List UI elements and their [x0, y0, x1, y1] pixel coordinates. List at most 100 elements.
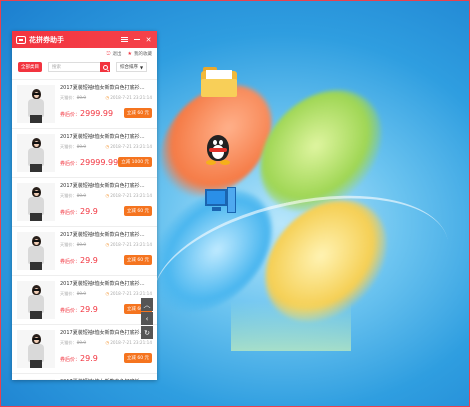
menu-button[interactable]: [120, 35, 129, 44]
coupon-button[interactable]: 立减 60 元: [123, 206, 152, 216]
product-meta: 天猫价：89.9 ◷2018-7-21 23:21:14: [60, 144, 152, 150]
product-title[interactable]: 2017夏装短袖t恤女新款白色打底衫…: [60, 133, 152, 140]
clock-icon: ◷: [105, 291, 110, 296]
product-thumbnail[interactable]: [17, 330, 55, 368]
product-time: 2018-7-21 23:21:14: [110, 291, 152, 296]
orig-price-label: 天猫价：: [60, 95, 77, 100]
product-thumbnail[interactable]: [17, 281, 55, 319]
coupon-price-label: 券后价：: [60, 111, 81, 118]
price-row: 券后价：29.9 立减 60 元: [60, 352, 152, 364]
favorites-link[interactable]: ★ 我的收藏: [128, 51, 152, 57]
coupon-button[interactable]: 立减 60 元: [123, 108, 152, 118]
coupon-button[interactable]: 立减 60 元: [123, 255, 152, 265]
refresh-icon: ↻: [144, 328, 150, 337]
product-meta: 天猫价：89.9 ◷2018-7-21 23:21:14: [60, 242, 152, 248]
close-icon: ✕: [145, 35, 152, 44]
coupon-price-label: 券后价：: [60, 307, 81, 314]
coupon-price: 29.9: [80, 255, 98, 265]
exit-link[interactable]: ⎋ 退出: [107, 51, 122, 57]
product-thumbnail[interactable]: [17, 232, 55, 270]
product-time: 2018-7-21 23:21:14: [110, 340, 152, 345]
search-row: 全部类目 搜索 综合排序 ▼: [12, 59, 157, 75]
product-meta: 天猫价：89.9 ◷2018-7-21 23:21:14: [60, 291, 152, 297]
refresh-button[interactable]: ↻: [141, 326, 153, 339]
product-title[interactable]: 2017夏装短袖t恤女新款白色打底衫…: [60, 329, 152, 336]
product-title[interactable]: 2017夏装短袖t恤女新款白色打底衫…: [60, 182, 152, 189]
sub-toolbar: ⎋ 退出 ★ 我的收藏: [12, 48, 157, 59]
clock-icon: ◷: [105, 193, 110, 198]
orig-price-label: 天猫价：: [60, 291, 77, 296]
search-input[interactable]: 搜索: [48, 62, 100, 72]
product-meta: 天猫价：89.9 ◷2018-7-21 23:21:14: [60, 340, 152, 346]
minimize-icon: [133, 39, 140, 40]
coupon-price-label: 券后价：: [60, 209, 81, 216]
price-row: 券后价：2999.99 立减 60 元: [60, 107, 152, 119]
orig-price: 89.9: [76, 144, 87, 149]
wallpaper-grass: [231, 301, 351, 351]
sort-select[interactable]: 综合排序 ▼: [116, 62, 148, 72]
product-meta: 天猫价：89.9 ◷2018-7-21 23:21:14: [60, 193, 152, 199]
product-thumbnail[interactable]: [17, 379, 55, 380]
price-row: 券后价：29999.99 立减 1000 元: [60, 156, 153, 168]
list-item[interactable]: 2017夏装短袖t恤女新款白色打底衫…天猫价：89.9◷2018-7-21 23…: [12, 226, 157, 275]
list-item[interactable]: 2017夏装短袖t恤女新款白色打底衫…天猫价：89.9◷2018-7-21 23…: [12, 373, 157, 380]
list-item[interactable]: 2017夏装短袖t恤女新款白色打底衫… 天猫价：89.9 ◷2018-7-21 23…: [12, 177, 157, 226]
folder-icon[interactable]: [201, 67, 237, 97]
coupon-price-label: 券后价：: [60, 258, 81, 265]
star-icon: ★: [127, 50, 132, 57]
scroll-top-button[interactable]: ︿: [141, 298, 153, 311]
product-time: 2018-7-21 23:21:14: [110, 193, 152, 198]
list-item[interactable]: 2017夏装短袖t恤女新款白色打底衫… 天猫价：89.9◷2018-7-21 23…: [12, 324, 157, 373]
product-title[interactable]: 2017夏装短袖t恤女新款白色打底衫…: [60, 84, 152, 91]
product-title[interactable]: 2017夏装短袖t恤女新款白色打底衫…: [60, 231, 152, 238]
price-row: 券后价：29.9 立减 60 元: [60, 205, 152, 217]
side-tools: ︿ ‹ ↻: [141, 298, 153, 340]
sort-label: 综合排序: [120, 65, 138, 70]
coupon-button[interactable]: 立减 1000 元: [118, 157, 153, 167]
up-arrow-icon: ︿: [143, 300, 151, 309]
coupon-price: 29999.99: [80, 157, 119, 167]
caret-down-icon: ▼: [140, 64, 144, 70]
list-item[interactable]: 2017夏装短袖t恤女新款白色打底衫… 天猫价：89.9 ◷2018-7-21 23…: [12, 79, 157, 128]
coupon-button[interactable]: 立减 60 元: [123, 353, 152, 363]
coupon-price: 29.9: [80, 206, 98, 216]
orig-price: 89.9: [76, 193, 87, 198]
product-title[interactable]: 2017夏装短袖t恤女新款白色打底衫…: [60, 280, 152, 287]
product-title[interactable]: 2017夏装短袖t恤女新款白色打底衫…: [60, 378, 152, 380]
product-time: 2018-7-21 23:21:14: [110, 95, 152, 100]
clock-icon: ◷: [105, 95, 110, 100]
product-thumbnail[interactable]: [17, 134, 55, 172]
exit-icon: ⎋: [106, 50, 111, 57]
product-list: 2017夏装短袖t恤女新款白色打底衫… 天猫价：89.9 ◷2018-7-21 23…: [12, 79, 157, 380]
orig-price-label: 天猫价：: [60, 193, 77, 198]
coupon-price-label: 券后价：: [60, 160, 81, 167]
computer-icon[interactable]: [205, 187, 237, 217]
clock-icon: ◷: [105, 340, 110, 345]
product-thumbnail[interactable]: [17, 183, 55, 221]
search-button[interactable]: [100, 62, 110, 72]
back-button[interactable]: ‹: [141, 312, 153, 325]
app-logo-icon: [16, 35, 26, 44]
orig-price: 89.9: [76, 95, 87, 100]
orig-price-label: 天猫价：: [60, 340, 77, 345]
product-time: 2018-7-21 23:21:14: [110, 144, 152, 149]
exit-label: 退出: [112, 51, 122, 57]
product-meta: 天猫价：89.9 ◷2018-7-21 23:21:14: [60, 95, 152, 101]
list-item[interactable]: 2017夏装短袖t恤女新款白色打底衫… 天猫价：89.9◷2018-7-21 23…: [12, 275, 157, 324]
favorites-label: 我的收藏: [134, 51, 152, 57]
coupon-price: 2999.99: [80, 108, 114, 118]
orig-price: 89.9: [76, 242, 87, 247]
product-thumbnail[interactable]: [17, 85, 55, 123]
title-bar[interactable]: 花拼券助手 ✕: [12, 31, 157, 48]
price-row: 券后价：29.9 立减 60 元: [60, 254, 152, 266]
coupon-assistant-window: 花拼券助手 ✕ ⎋ 退出 ★ 我的收藏 全部类目 搜索 综合排序 ▼ 2017夏…: [12, 31, 157, 380]
qq-icon[interactable]: [205, 131, 231, 165]
clock-icon: ◷: [105, 242, 110, 247]
close-button[interactable]: ✕: [144, 35, 153, 44]
minimize-button[interactable]: [132, 35, 141, 44]
coupon-price: 29.9: [80, 353, 98, 363]
back-arrow-icon: ‹: [145, 314, 149, 323]
category-button[interactable]: 全部类目: [18, 62, 42, 72]
search-icon: [102, 64, 108, 70]
list-item[interactable]: 2017夏装短袖t恤女新款白色打底衫… 天猫价：89.9◷2018-7-21 23…: [12, 128, 157, 177]
